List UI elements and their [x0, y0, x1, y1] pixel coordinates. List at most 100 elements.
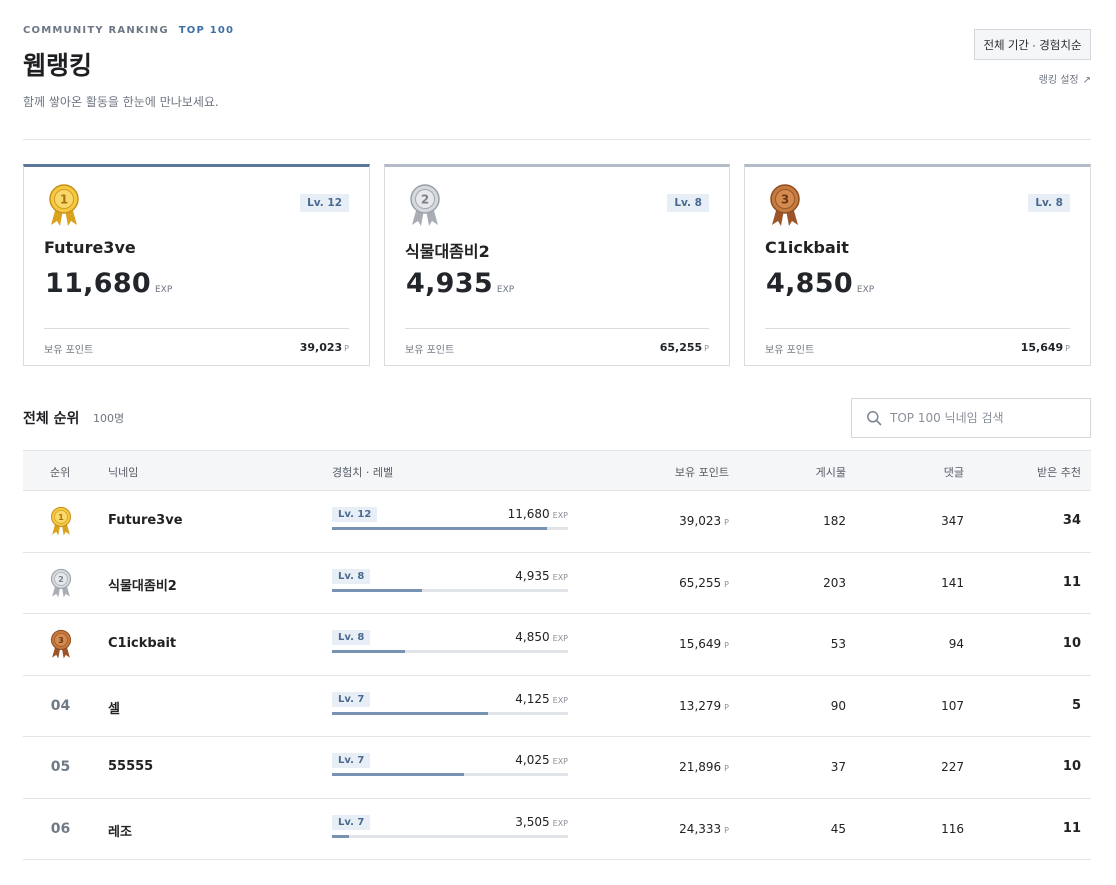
points-unit: P — [344, 344, 349, 353]
exp-unit: EXP — [552, 572, 568, 582]
eyebrow-label: COMMUNITY RANKING — [23, 25, 169, 36]
nickname[interactable]: 55555 — [108, 759, 153, 774]
level-badge: Lv. 12 — [300, 194, 349, 212]
page-header: COMMUNITY RANKING TOP 100 웹랭킹 함께 쌓아온 활동을 … — [23, 0, 1091, 140]
exp-unit: EXP — [856, 285, 875, 295]
recommends-count: 11 — [1062, 820, 1081, 836]
rank-cell: 04 — [23, 676, 98, 737]
page-subtitle: 함께 쌓아온 활동을 한눈에 만나보세요. — [23, 95, 219, 109]
column-header-nickname[interactable]: 닉네임 — [108, 464, 138, 480]
exp-value: 11,680 — [507, 507, 550, 521]
ranking-settings-link[interactable]: 랭킹 설정 ↗ — [1039, 71, 1091, 86]
divider — [44, 328, 349, 329]
posts-count: 203 — [823, 575, 846, 590]
table-row[interactable]: Future3ve Lv. 12 11,680 EXP 39,023 P 182 347 34 — [23, 491, 1091, 553]
podium-exp: 11,680 EXP — [45, 268, 172, 299]
table-row[interactable]: C1ickbait Lv. 8 4,850 EXP 15,649 P 53 94 10 — [23, 614, 1091, 676]
podium-nickname: Future3ve — [44, 238, 136, 257]
points-value: 65,255 — [659, 341, 703, 354]
table-row[interactable]: 06 레조 Lv. 7 3,505 EXP 24,333 P 45 116 11 — [23, 799, 1091, 860]
points-value: 65,255 — [679, 575, 722, 590]
comments-count: 94 — [948, 637, 964, 651]
level-badge: Lv. 8 — [332, 630, 371, 645]
points-unit: P — [1065, 344, 1070, 353]
points-label: 보유 포인트 — [405, 345, 455, 356]
exp-unit: EXP — [552, 695, 568, 705]
exp-unit: EXP — [155, 285, 173, 295]
table-row[interactable]: 05 55555 Lv. 7 4,025 EXP 21,896 P 37 227 10 — [23, 737, 1091, 799]
recommends-count: 10 — [1062, 636, 1081, 651]
points-unit: P — [724, 641, 729, 650]
podium-card-second[interactable]: Lv. 8 식물대좀비2 4,935 EXP 보유 포인트 65,255 P — [384, 164, 730, 366]
nickname-search-box[interactable] — [851, 398, 1091, 438]
points-cell: 13,279 P — [679, 699, 729, 713]
column-header-comments[interactable]: 댓글 — [944, 464, 964, 480]
podium-points: 65,255 P — [660, 341, 709, 354]
exp-value-wrap: 4,125 EXP — [515, 692, 568, 706]
recommends-count: 10 — [1062, 759, 1081, 774]
table-row[interactable]: 04 셀 Lv. 7 4,125 EXP 13,279 P 90 107 5 — [23, 676, 1091, 737]
podium-exp: 4,850 EXP — [766, 268, 874, 299]
comments-count: 227 — [941, 760, 964, 774]
column-header-exp-level[interactable]: 경험치 · 레벨 — [332, 464, 393, 480]
level-badge: Lv. 7 — [332, 691, 371, 707]
comments-count: 347 — [941, 514, 964, 528]
rank-cell — [23, 491, 98, 552]
ranking-list-title: 전체 순위 — [23, 411, 80, 427]
level-badge: Lv. 12 — [332, 507, 378, 522]
rank-cell — [23, 553, 98, 614]
points-cell: 65,255 P — [679, 576, 729, 590]
exp-unit: EXP — [552, 511, 568, 520]
exp-value-wrap: 11,680 EXP — [508, 507, 568, 521]
table-body: Future3ve Lv. 12 11,680 EXP 39,023 P 182 347 34 식… — [23, 491, 1091, 860]
column-header-recommends[interactable]: 받은 추천 — [1037, 464, 1081, 480]
nickname-search-input[interactable] — [890, 411, 1080, 425]
rank-number: 06 — [50, 820, 71, 837]
column-header-posts[interactable]: 게시물 — [816, 464, 846, 480]
exp-unit: EXP — [552, 757, 568, 766]
exp-progress-fill — [332, 711, 488, 715]
exp-value: 4,935 — [515, 568, 550, 583]
table-row[interactable]: 식물대좀비2 Lv. 8 4,935 EXP 65,255 P 203 141 11 — [23, 553, 1091, 614]
exp-progress-fill — [332, 834, 349, 838]
nickname[interactable]: C1ickbait — [108, 636, 176, 651]
nickname[interactable]: 식물대좀비2 — [108, 575, 177, 594]
nickname[interactable]: 셀 — [108, 698, 120, 717]
podium-nickname: 식물대좀비2 — [405, 242, 490, 261]
posts-count: 45 — [830, 821, 846, 836]
podium-points: 39,023 P — [300, 341, 349, 354]
posts-count: 90 — [830, 698, 846, 713]
exp-value: 4,850 — [515, 630, 550, 644]
exp-progress-track — [332, 711, 568, 715]
nickname[interactable]: Future3ve — [108, 513, 183, 528]
podium-card-first[interactable]: Lv. 12 Future3ve 11,680 EXP 보유 포인트 39,023… — [23, 164, 370, 366]
points-value: 15,649 — [679, 637, 722, 651]
level-badge: Lv. 7 — [332, 753, 371, 768]
exp-value-wrap: 4,935 EXP — [515, 569, 568, 583]
column-header-points[interactable]: 보유 포인트 — [675, 464, 729, 480]
column-header-rank[interactable]: 순위 — [50, 464, 70, 480]
level-badge: Lv. 8 — [1028, 194, 1070, 212]
page-title: 웹랭킹 — [23, 51, 93, 80]
podium-exp-value: 4,935 — [406, 268, 493, 299]
points-cell: 24,333 P — [679, 822, 729, 836]
points-value: 24,333 — [679, 821, 722, 836]
period-sort-filter-button[interactable]: 전체 기간 · 경험치순 — [974, 29, 1091, 60]
exp-unit: EXP — [552, 634, 568, 643]
rank-cell: 05 — [23, 737, 98, 798]
exp-level-cell: Lv. 12 11,680 EXP — [332, 507, 568, 537]
points-cell: 21,896 P — [679, 760, 729, 774]
nickname[interactable]: 레조 — [108, 821, 132, 840]
points-value: 39,023 — [299, 341, 343, 354]
rank-number: 05 — [50, 759, 71, 776]
exp-progress-fill — [332, 650, 406, 653]
level-badge: Lv. 7 — [332, 814, 371, 830]
podium-card-third[interactable]: Lv. 8 C1ickbait 4,850 EXP 보유 포인트 15,649 P — [744, 164, 1091, 366]
exp-progress-fill — [332, 527, 547, 530]
podium-points: 15,649 P — [1021, 341, 1070, 354]
points-unit: P — [724, 579, 729, 589]
rank-number: 04 — [50, 697, 71, 714]
points-unit: P — [724, 518, 729, 527]
posts-count: 37 — [830, 760, 846, 774]
recommends-count: 11 — [1062, 574, 1081, 590]
